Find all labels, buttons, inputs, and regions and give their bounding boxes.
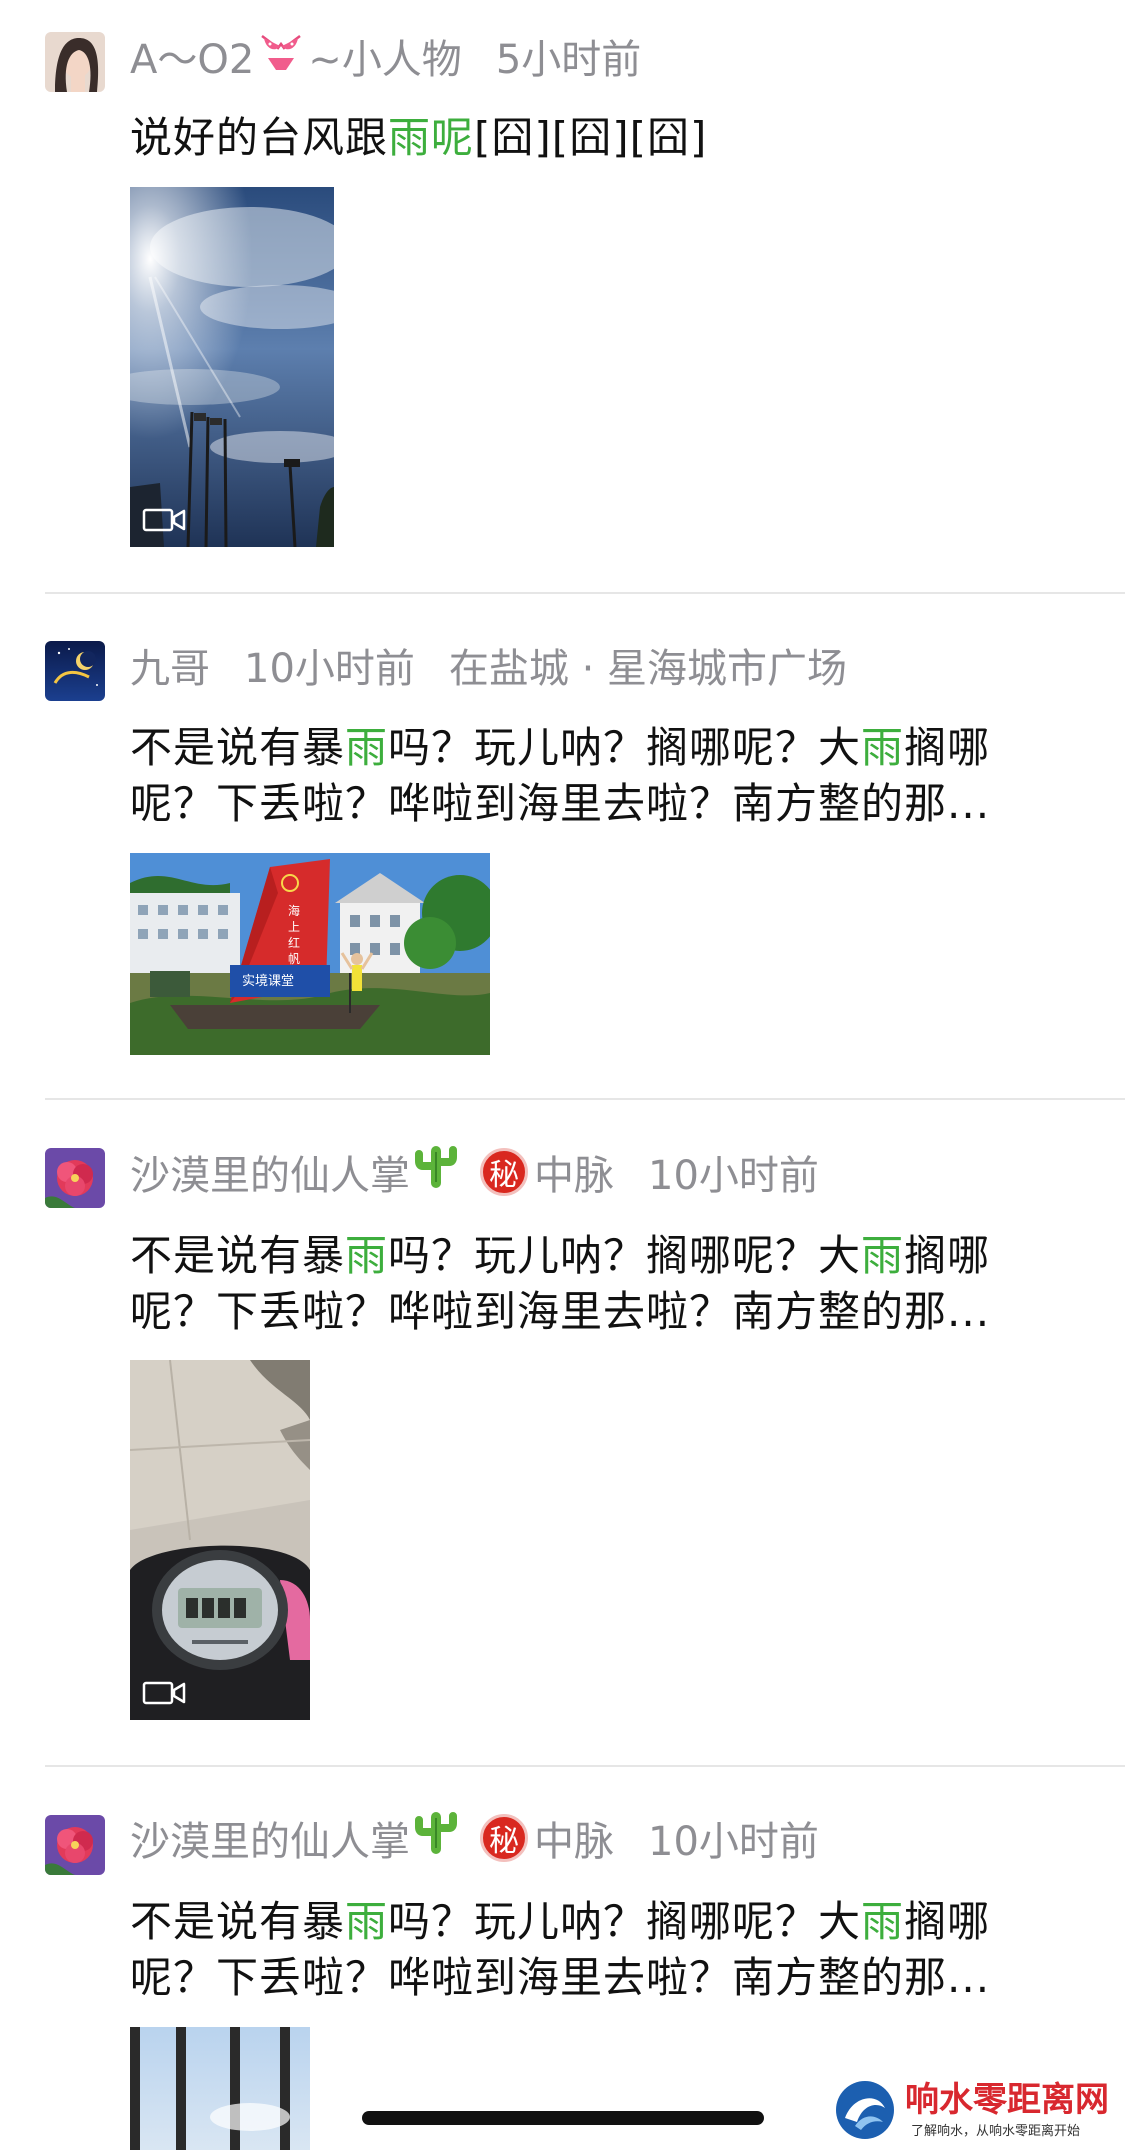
author-name-suffix[interactable]: ~小人物 — [308, 27, 462, 85]
post-time: 10小时前 — [648, 1153, 819, 1199]
video-camera-icon — [142, 507, 186, 537]
video-camera-icon — [142, 1680, 186, 1710]
post-time: 5小时前 — [495, 37, 642, 83]
post-image[interactable]: 海 上 红 帆 实境课堂 — [130, 853, 490, 1055]
post-divider — [45, 1765, 1125, 1767]
post-text[interactable]: 不是说有暴雨吗？玩儿呐？搁哪呢？大雨搁哪 呢？下丢啦？哗啦到海里去啦？南方整的那… — [130, 1894, 1060, 2006]
sail-text: 上 — [288, 920, 300, 934]
text-run: 搁哪 — [904, 1231, 991, 1280]
video-thumbnail[interactable] — [130, 187, 334, 547]
cactus-emoji-icon — [414, 1142, 458, 1202]
keyword-highlight: 雨 — [861, 1897, 905, 1946]
avatar[interactable] — [45, 641, 105, 701]
post-text[interactable]: 不是说有暴雨吗？玩儿呐？搁哪呢？大雨搁哪 呢？下丢啦？哗啦到海里去啦？南方整的那… — [130, 1228, 1060, 1340]
group-name[interactable]: 中脉 — [534, 1143, 614, 1201]
post-text-line-1: 不是说有暴雨吗？玩儿呐？搁哪呢？大雨搁哪 — [130, 1228, 1060, 1284]
author-name[interactable]: 九哥 — [130, 636, 210, 694]
post-meta: A～O2 ~小人物 5小时前 — [130, 26, 641, 86]
post-time: 10小时前 — [244, 646, 415, 692]
post-text-line-2: 呢？下丢啦？哗啦到海里去啦？南方整的那... — [130, 1950, 1060, 2006]
keyword-highlight: 雨呢 — [388, 113, 475, 162]
keyword-highlight: 雨 — [345, 1231, 389, 1280]
post-meta: 沙漠里的仙人掌 秘 中脉 10小时前 — [130, 1808, 819, 1868]
text-run: 吗？玩儿呐？搁哪呢？大 — [388, 1231, 862, 1280]
keyword-highlight: 雨 — [345, 1897, 389, 1946]
sail-text: 帆 — [288, 951, 300, 966]
post-text[interactable]: 说好的台风跟雨呢[囧][囧][囧] — [130, 110, 1060, 166]
post-text-line-1: 不是说有暴雨吗？玩儿呐？搁哪呢？大雨搁哪 — [130, 1894, 1060, 1950]
post-time: 10小时前 — [648, 1819, 819, 1865]
text-run: 呢？下丢啦？哗啦到海里去啦？南方整的那... — [130, 1953, 991, 2002]
sail-text: 红 — [288, 935, 300, 950]
post-location[interactable]: 在盐城 · 星海城市广场 — [449, 636, 847, 694]
text-run: 呢？下丢啦？哗啦到海里去啦？南方整的那... — [130, 779, 991, 828]
avatar[interactable] — [45, 32, 105, 92]
group-name[interactable]: 中脉 — [534, 1809, 614, 1867]
site-watermark: 响水零距离网 了解响水，从响水零距离开始 — [833, 2072, 1125, 2150]
bikini-emoji-icon — [258, 28, 304, 84]
text-run: 不是说有暴 — [130, 1897, 346, 1946]
post-divider — [45, 592, 1125, 594]
sail-text: 海 — [288, 903, 300, 918]
keyword-highlight: 雨 — [861, 723, 905, 772]
home-indicator[interactable] — [362, 2111, 764, 2125]
post-text-line-1: 不是说有暴雨吗？玩儿呐？搁哪呢？大雨搁哪 — [130, 720, 1060, 776]
post-text-line-2: 呢？下丢啦？哗啦到海里去啦？南方整的那... — [130, 776, 1060, 832]
watermark-logo-icon — [833, 2078, 897, 2146]
post-text-line-1: 说好的台风跟雨呢[囧][囧][囧] — [130, 110, 1060, 166]
text-run: [囧][囧][囧] — [474, 113, 708, 162]
post-divider — [45, 1098, 1125, 1100]
keyword-highlight: 雨 — [861, 1231, 905, 1280]
post-text-line-2: 呢？下丢啦？哗啦到海里去啦？南方整的那... — [130, 1284, 1060, 1340]
banner-text: 实境课堂 — [242, 974, 294, 989]
post-meta: 沙漠里的仙人掌 秘 中脉 10小时前 — [130, 1142, 819, 1202]
secret-badge[interactable]: 秘 — [480, 1148, 528, 1196]
video-thumbnail[interactable] — [130, 1360, 310, 1720]
cactus-emoji-icon — [414, 1808, 458, 1868]
author-name[interactable]: 沙漠里的仙人掌 — [130, 1143, 410, 1201]
post-image[interactable] — [130, 2027, 310, 2150]
watermark-title: 响水零距离网 — [905, 2080, 1109, 2120]
watermark-subtitle: 了解响水，从响水零距离开始 — [911, 2124, 1081, 2139]
post-meta: 九哥 10小时前 在盐城 · 星海城市广场 — [130, 635, 847, 695]
text-run: 说好的台风跟 — [130, 113, 389, 162]
text-run: 吗？玩儿呐？搁哪呢？大 — [388, 1897, 862, 1946]
text-run: 吗？玩儿呐？搁哪呢？大 — [388, 723, 862, 772]
avatar[interactable] — [45, 1148, 105, 1208]
text-run: 呢？下丢啦？哗啦到海里去啦？南方整的那... — [130, 1287, 991, 1336]
text-run: 不是说有暴 — [130, 1231, 346, 1280]
keyword-highlight: 雨 — [345, 723, 389, 772]
text-run: 不是说有暴 — [130, 723, 346, 772]
text-run: 搁哪 — [904, 723, 991, 772]
secret-badge[interactable]: 秘 — [480, 1814, 528, 1862]
post-text[interactable]: 不是说有暴雨吗？玩儿呐？搁哪呢？大雨搁哪 呢？下丢啦？哗啦到海里去啦？南方整的那… — [130, 720, 1060, 832]
author-name[interactable]: 沙漠里的仙人掌 — [130, 1809, 410, 1867]
author-name[interactable]: A～O2 — [130, 27, 254, 85]
avatar[interactable] — [45, 1815, 105, 1875]
text-run: 搁哪 — [904, 1897, 991, 1946]
